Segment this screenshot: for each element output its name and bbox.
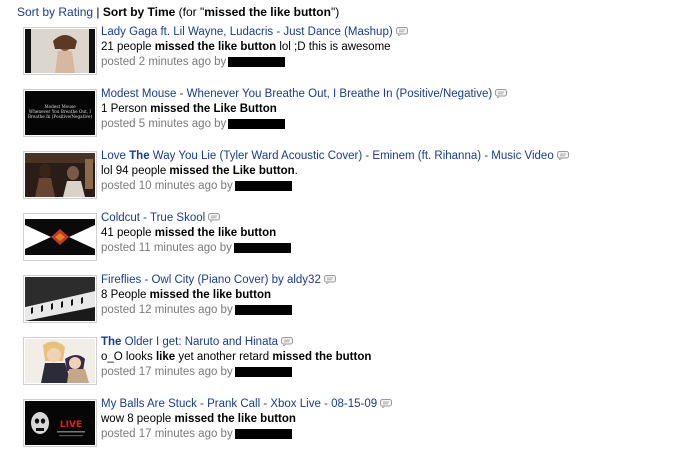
video-thumbnail[interactable] <box>23 27 97 75</box>
video-thumbnail-image <box>25 339 95 383</box>
result-item: Modest Mouse Whenever You Breathe Out, I… <box>23 87 663 149</box>
sort-by-rating-link[interactable]: Sort by Rating <box>17 5 93 19</box>
comment-bubble-icon[interactable] <box>323 275 336 285</box>
redacted-username <box>234 428 292 439</box>
video-thumbnail[interactable]: Modest Mouse Whenever You Breathe Out, I… <box>23 89 97 137</box>
video-thumbnail[interactable] <box>23 213 97 261</box>
video-thumbnail-image <box>25 215 95 259</box>
video-thumbnail[interactable] <box>23 337 97 385</box>
comment-text: wow 8 people missed the like button <box>101 413 296 425</box>
comment-meta: posted 5 minutes ago by <box>101 117 507 131</box>
result-info: Love The Way You Lie (Tyler Ward Acousti… <box>101 149 569 193</box>
comment-text: lol 94 people missed the Like button. <box>101 165 298 177</box>
sort-query: missed the like button <box>204 5 331 19</box>
result-info: The Older I get: Naruto and Hinata o_O l… <box>101 335 371 379</box>
comment-results-list: Lady Gaga ft. Lil Wayne, Ludacris - Just… <box>23 25 663 459</box>
video-title-link[interactable]: Lady Gaga ft. Lil Wayne, Ludacris - Just… <box>101 25 408 39</box>
result-item: The Older I get: Naruto and Hinata o_O l… <box>23 335 663 397</box>
video-title-link[interactable]: My Balls Are Stuck - Prank Call - Xbox L… <box>101 397 393 411</box>
comment-text: 21 people missed the like button lol ;D … <box>101 41 391 53</box>
video-title-link[interactable]: Love The Way You Lie (Tyler Ward Acousti… <box>101 149 569 163</box>
sort-bar: Sort by Rating | Sort by Time (for "miss… <box>17 5 339 19</box>
result-item: LIVE My Balls Are Stuck - Prank Call - X… <box>23 397 663 459</box>
video-title-link[interactable]: Modest Mouse - Whenever You Breathe Out,… <box>101 87 508 101</box>
redacted-username <box>234 304 292 315</box>
video-thumbnail[interactable] <box>23 151 97 199</box>
result-info: Modest Mouse - Whenever You Breathe Out,… <box>101 87 508 131</box>
video-thumbnail-image: LIVE <box>25 401 95 445</box>
comment-bubble-icon[interactable] <box>395 27 408 37</box>
video-thumbnail-image: Modest Mouse Whenever You Breathe Out, I… <box>25 91 95 135</box>
video-thumbnail-image <box>25 277 95 321</box>
result-info: Lady Gaga ft. Lil Wayne, Ludacris - Just… <box>101 25 408 69</box>
comment-bubble-icon[interactable] <box>495 89 508 99</box>
comment-text: 1 Person missed the Like Button <box>101 103 277 115</box>
comment-bubble-icon[interactable] <box>556 151 569 161</box>
comment-bubble-icon[interactable] <box>380 399 393 409</box>
comment-text: 8 People missed the like button <box>101 289 272 301</box>
video-title-link[interactable]: The Older I get: Naruto and Hinata <box>101 335 371 349</box>
redacted-username <box>233 242 291 253</box>
video-title-link[interactable]: Fireflies - Owl City (Piano Cover) by al… <box>101 273 336 287</box>
comment-meta: posted 17 minutes ago by <box>101 427 392 441</box>
thumbnail-live-text: LIVE <box>60 420 82 430</box>
sort-for-suffix: ") <box>330 5 340 19</box>
redacted-username <box>234 180 292 191</box>
redacted-username <box>228 56 286 67</box>
result-info: Coldcut - True Skool 41 people missed th… <box>101 211 291 255</box>
result-item: Fireflies - Owl City (Piano Cover) by al… <box>23 273 663 335</box>
comment-meta: posted 2 minutes ago by <box>101 55 408 69</box>
video-thumbnail-image <box>25 153 95 197</box>
comment-meta: posted 17 minutes ago by <box>101 365 371 379</box>
svg-text:Breathe In (Positive/Negative): Breathe In (Positive/Negative) <box>28 114 93 119</box>
sort-by-time-label: Sort by Time <box>102 5 176 19</box>
result-info: Fireflies - Owl City (Piano Cover) by al… <box>101 273 336 317</box>
comment-meta: posted 11 minutes ago by <box>101 241 291 255</box>
comment-bubble-icon[interactable] <box>208 213 221 223</box>
video-thumbnail-image <box>25 29 95 73</box>
video-thumbnail[interactable]: LIVE <box>23 399 97 447</box>
result-item: Coldcut - True Skool 41 people missed th… <box>23 211 663 273</box>
video-thumbnail[interactable] <box>23 275 97 323</box>
comment-meta: posted 12 minutes ago by <box>101 303 336 317</box>
result-item: Love The Way You Lie (Tyler Ward Acousti… <box>23 149 663 211</box>
result-item: Lady Gaga ft. Lil Wayne, Ludacris - Just… <box>23 25 663 87</box>
sort-for-prefix: (for " <box>178 5 205 19</box>
redacted-username <box>234 366 292 377</box>
result-info: My Balls Are Stuck - Prank Call - Xbox L… <box>101 397 393 441</box>
comment-text: o_O looks like yet another retard missed… <box>101 351 372 363</box>
comment-meta: posted 10 minutes ago by <box>101 179 569 193</box>
comment-text: 41 people missed the like button <box>101 227 277 239</box>
video-title-link[interactable]: Coldcut - True Skool <box>101 211 291 225</box>
sort-separator: | <box>96 5 100 19</box>
comment-bubble-icon[interactable] <box>281 337 294 347</box>
redacted-username <box>228 118 286 129</box>
